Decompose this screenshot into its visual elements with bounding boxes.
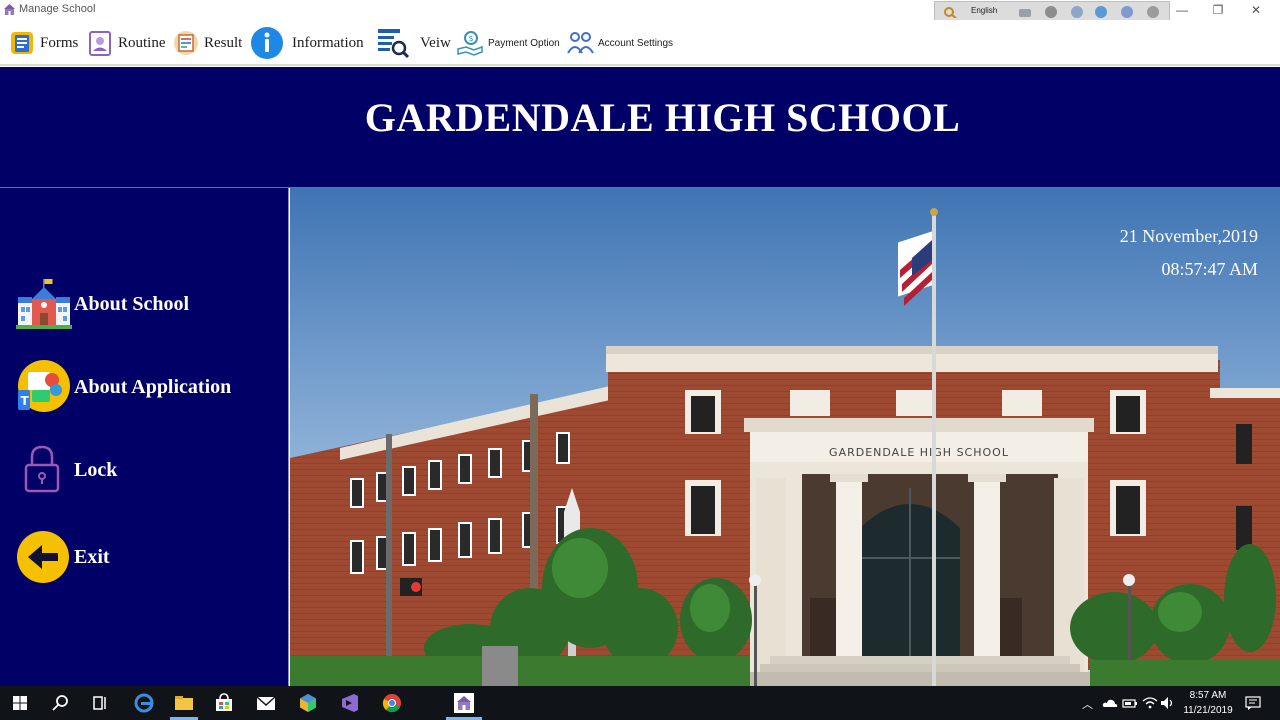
task-view-icon[interactable] — [88, 691, 112, 715]
info-icon[interactable] — [1147, 6, 1159, 18]
current-date: 21 November,2019 — [1119, 226, 1258, 246]
menu-account-settings-label: Account Settings — [598, 37, 674, 49]
taskbar-clock-time: 8:57 AM — [1189, 690, 1227, 701]
wifi-icon[interactable] — [1142, 696, 1158, 710]
window-title: Manage School — [19, 3, 96, 15]
information-icon — [251, 27, 283, 59]
manage-school-taskbar-icon[interactable] — [452, 691, 476, 715]
menu-account-settings[interactable]: Account Settings — [566, 20, 673, 66]
show-hidden-icons-icon[interactable]: ︿ — [1082, 696, 1093, 712]
routine-icon — [89, 31, 111, 56]
padlock-icon — [24, 445, 60, 493]
school-building-illustration: GARDENDALE HIGH SCHOOL — [290, 188, 1280, 686]
menu-payment-option[interactable]: $ Payment Option — [456, 20, 560, 66]
hand-icon[interactable] — [1045, 6, 1057, 18]
language-selector[interactable]: English — [971, 6, 997, 15]
account-settings-icon — [567, 32, 594, 54]
sidebar-item-lock-label: Lock — [74, 458, 118, 481]
svg-text:$: $ — [469, 34, 474, 43]
search-icon[interactable] — [48, 691, 72, 715]
menu-payment-option-label: Payment Option — [488, 37, 560, 49]
taskbar-clock[interactable]: 8:57 AM 11/21/2019 — [1180, 688, 1236, 718]
building-sign: GARDENDALE HIGH SCHOOL — [829, 446, 1009, 459]
battery-icon[interactable] — [1122, 697, 1138, 709]
school-photo: GARDENDALE HIGH SCHOOL 21 November,2019 … — [290, 188, 1280, 686]
payment-icon: $ — [457, 31, 483, 56]
menu-forms[interactable]: Forms — [8, 20, 78, 66]
chrome-icon[interactable] — [380, 691, 404, 715]
sidebar-item-about-application-label: About Application — [74, 375, 232, 398]
edge-browser-icon[interactable] — [132, 691, 156, 715]
current-time: 08:57:47 AM — [1161, 259, 1258, 279]
header-banner: GARDENDALE HIGH SCHOOL — [0, 67, 1280, 188]
gear-icon[interactable] — [1071, 6, 1083, 18]
result-icon — [174, 31, 198, 55]
menu-routine-label: Routine — [118, 34, 166, 51]
close-button[interactable]: ✕ — [1238, 0, 1274, 20]
menu-result-label: Result — [204, 34, 243, 51]
refresh-icon[interactable] — [1095, 6, 1107, 18]
school-name-heading: GARDENDALE HIGH SCHOOL — [364, 95, 961, 140]
school-app-icon — [4, 4, 15, 15]
volume-icon[interactable] — [1160, 696, 1176, 710]
menu-view[interactable]: Veiw — [376, 20, 451, 66]
cube-app-icon[interactable] — [296, 691, 320, 715]
view-icon — [378, 29, 410, 59]
sidebar-item-exit[interactable]: Exit — [16, 530, 110, 584]
store-icon[interactable] — [212, 691, 236, 715]
menu-forms-label: Forms — [40, 34, 79, 51]
exit-arrow-icon — [17, 531, 69, 583]
ime-icon[interactable] — [943, 6, 957, 18]
sidebar-item-about-school[interactable]: About School — [16, 277, 189, 331]
notifications-icon[interactable] — [1244, 695, 1262, 711]
windows-start-icon[interactable] — [8, 691, 32, 715]
sidebar-item-about-school-label: About School — [74, 292, 190, 315]
menu-information[interactable]: Information — [250, 20, 364, 66]
restore-button[interactable]: ❐ — [1200, 0, 1236, 20]
keyboard-icon[interactable] — [1019, 9, 1031, 17]
sidebar-item-exit-label: Exit — [74, 545, 110, 568]
menu-view-label: Veiw — [420, 34, 451, 51]
onedrive-icon[interactable] — [1102, 697, 1118, 709]
windows-taskbar: ︿ 8:57 AM 11/21/2019 — [0, 686, 1280, 720]
svg-text:T: T — [21, 394, 30, 408]
menu-routine[interactable]: Routine — [86, 20, 166, 66]
help-icon[interactable] — [1121, 6, 1133, 18]
sidebar-item-lock[interactable]: Lock — [16, 443, 117, 497]
menu-result[interactable]: Result — [172, 20, 242, 66]
menu-information-label: Information — [292, 34, 364, 51]
menu-bar: Forms Routine Result Information Veiw $ … — [0, 20, 1280, 66]
school-building-icon — [16, 279, 72, 329]
mail-icon[interactable] — [254, 691, 278, 715]
sidebar-item-about-application[interactable]: T About Application — [16, 360, 231, 414]
sidebar: About School T About Application Lock Ex… — [0, 188, 289, 686]
forms-icon — [11, 32, 33, 54]
file-explorer-icon[interactable] — [172, 691, 196, 715]
taskbar-clock-date: 11/21/2019 — [1183, 705, 1233, 716]
application-icon: T — [18, 360, 70, 412]
visual-studio-icon[interactable] — [338, 691, 362, 715]
